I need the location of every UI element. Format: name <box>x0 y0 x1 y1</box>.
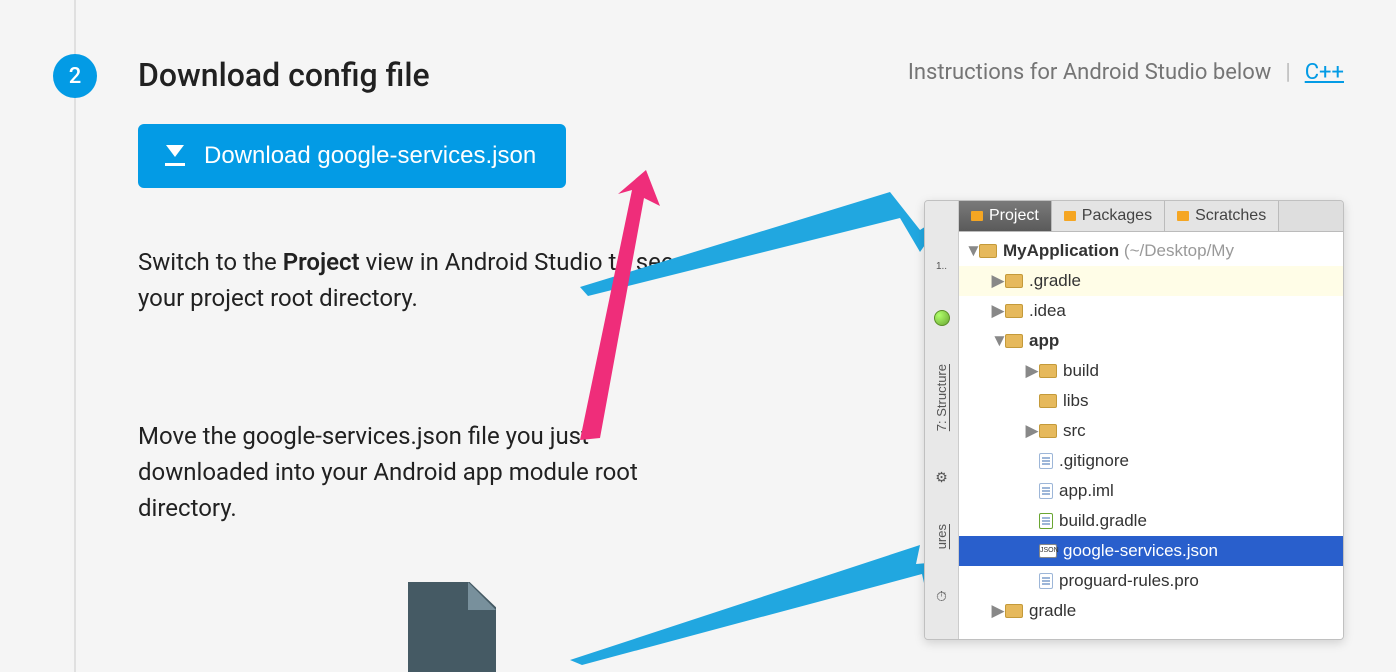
gutter-dot-icon <box>934 310 950 326</box>
ide-tabs: Project Packages Scratches <box>959 201 1343 232</box>
tree-item-build[interactable]: ▶ build <box>959 356 1343 386</box>
tree-path-dim: (~/Desktop/My <box>1124 241 1234 261</box>
ide-left-gutter: 1.. 7: Structure ⚙ ures ⏱ <box>925 201 959 639</box>
folder-icon <box>1177 211 1189 221</box>
folder-icon <box>1064 211 1076 221</box>
gradle-file-icon <box>1039 513 1053 529</box>
tab-label: Scratches <box>1195 207 1266 225</box>
tree-label: build.gradle <box>1059 511 1147 531</box>
tree-label: proguard-rules.pro <box>1059 571 1199 591</box>
tree-label: app.iml <box>1059 481 1114 501</box>
tree-item-idea-dir[interactable]: ▶ .idea <box>959 296 1343 326</box>
gutter-structure-label: 7: Structure <box>934 364 949 431</box>
step-title: Download config file <box>138 56 430 94</box>
tree-label: google-services.json <box>1063 541 1218 561</box>
stepper-line <box>74 0 76 672</box>
header-right: Instructions for Android Studio below | … <box>908 60 1344 85</box>
tree-item-gradle-dir2[interactable]: ▶ gradle <box>959 596 1343 626</box>
file-icon <box>1039 483 1053 499</box>
tab-label: Project <box>989 207 1039 225</box>
gutter-captures-label: ures <box>934 524 949 549</box>
folder-icon <box>1005 604 1023 618</box>
ide-tab-project[interactable]: Project <box>959 201 1052 231</box>
tree-label: .gitignore <box>1059 451 1129 471</box>
expand-arrow-icon: ▼ <box>965 241 979 261</box>
tree-item-src[interactable]: ▶ src <box>959 416 1343 446</box>
expand-arrow-icon: ▶ <box>1025 421 1039 441</box>
download-icon <box>162 143 188 169</box>
gutter-label: 1.. <box>936 261 947 272</box>
tab-label: Packages <box>1082 207 1152 225</box>
json-file-icon <box>1039 544 1057 558</box>
tree-label: libs <box>1063 391 1089 411</box>
tree-item-gradle-dir[interactable]: ▶ .gradle <box>959 266 1343 296</box>
tree-item-proguard[interactable]: proguard-rules.pro <box>959 566 1343 596</box>
expand-arrow-icon: ▼ <box>991 331 1005 351</box>
file-illustration-icon <box>408 582 496 672</box>
tree-root[interactable]: ▼ MyApplication (~/Desktop/My <box>959 236 1343 266</box>
expand-arrow-icon: ▶ <box>1025 361 1039 381</box>
folder-icon <box>1039 364 1057 378</box>
tree-item-app-dir[interactable]: ▼ app <box>959 326 1343 356</box>
paragraph-text: Switch to the <box>138 248 283 276</box>
ide-tab-scratches[interactable]: Scratches <box>1165 201 1279 231</box>
tree-label: gradle <box>1029 601 1076 621</box>
download-button-label: Download google-services.json <box>204 142 536 170</box>
ide-project-tree: ▼ MyApplication (~/Desktop/My ▶ .gradle ▶… <box>959 232 1343 639</box>
instruction-paragraph-2: Move the google-services.json file you j… <box>138 418 678 526</box>
folder-icon <box>1005 334 1023 348</box>
android-studio-screenshot: 1.. 7: Structure ⚙ ures ⏱ Project Packag… <box>924 200 1344 640</box>
tree-item-google-services-json[interactable]: google-services.json <box>959 536 1343 566</box>
tree-label: .gradle <box>1029 271 1081 291</box>
expand-arrow-icon: ▶ <box>991 601 1005 621</box>
tree-label: MyApplication <box>1003 241 1119 261</box>
folder-icon <box>971 211 983 221</box>
folder-icon <box>1005 274 1023 288</box>
folder-icon <box>1005 304 1023 318</box>
instructions-label: Instructions for Android Studio below <box>908 60 1271 85</box>
file-icon <box>1039 573 1053 589</box>
tree-label: app <box>1029 331 1059 351</box>
tree-label: src <box>1063 421 1086 441</box>
download-config-button[interactable]: Download google-services.json <box>138 124 566 188</box>
expand-arrow-icon: ▶ <box>991 271 1005 291</box>
tree-item-build-gradle[interactable]: build.gradle <box>959 506 1343 536</box>
step-number-badge: 2 <box>53 54 97 98</box>
tree-item-libs[interactable]: libs <box>959 386 1343 416</box>
paragraph-bold: Project <box>283 248 360 276</box>
annotation-arrow-bottom <box>560 540 980 670</box>
cpp-link[interactable]: C++ <box>1305 60 1344 85</box>
tree-item-app-iml[interactable]: app.iml <box>959 476 1343 506</box>
folder-icon <box>1039 424 1057 438</box>
instruction-paragraph-1: Switch to the Project view in Android St… <box>138 244 678 316</box>
tree-label: .idea <box>1029 301 1066 321</box>
tree-label: build <box>1063 361 1099 381</box>
project-icon <box>979 244 997 258</box>
ide-tab-packages[interactable]: Packages <box>1052 201 1165 231</box>
text-divider: | <box>1285 60 1290 85</box>
expand-arrow-icon: ▶ <box>991 301 1005 321</box>
folder-icon <box>1039 394 1057 408</box>
file-icon <box>1039 453 1053 469</box>
tree-item-gitignore[interactable]: .gitignore <box>959 446 1343 476</box>
